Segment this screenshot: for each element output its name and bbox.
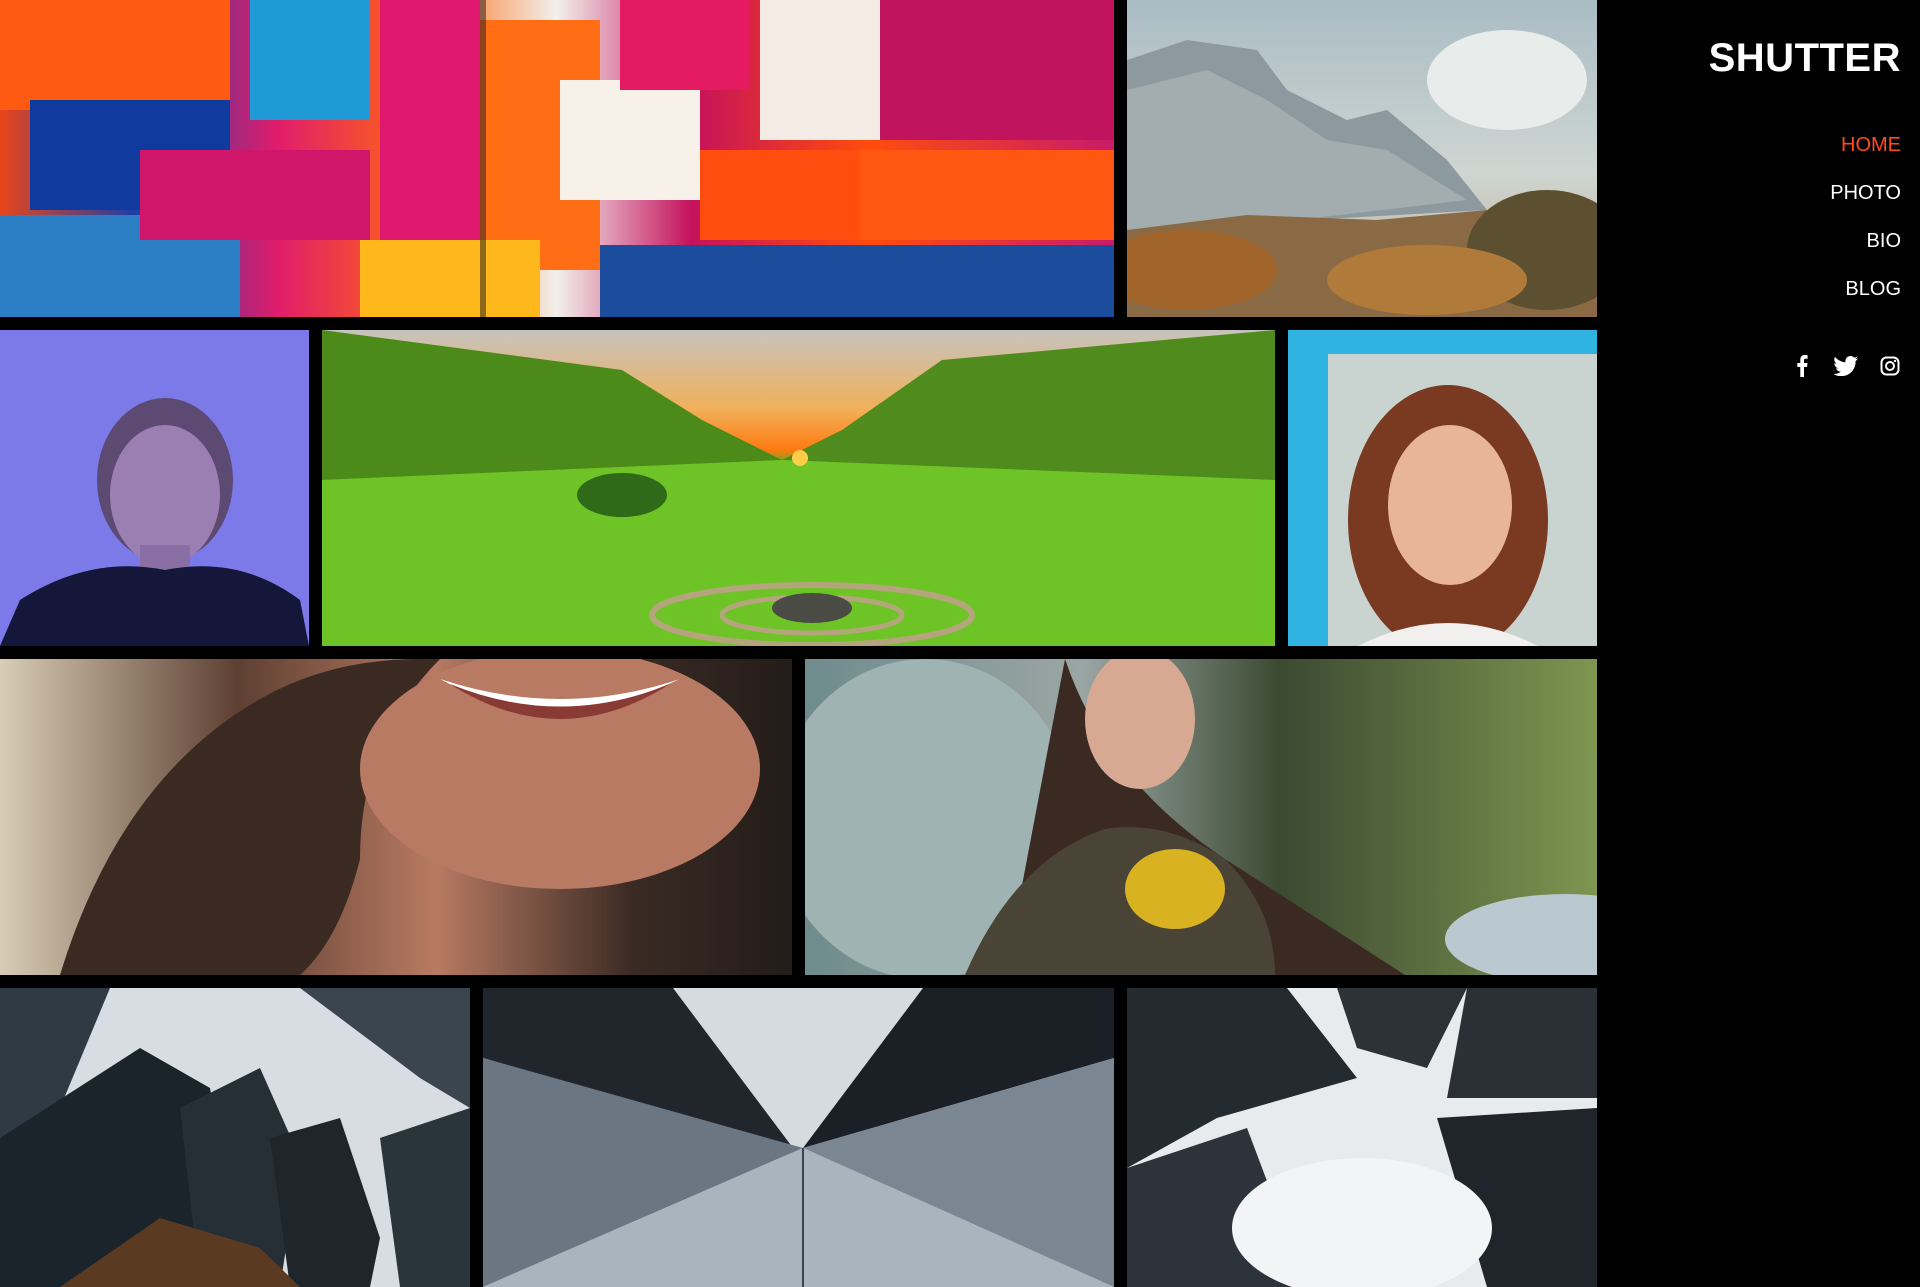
gallery-image-towers-fog[interactable] <box>1127 988 1597 1287</box>
social-links <box>1790 354 1902 378</box>
nav-link-blog[interactable]: BLOG <box>1845 278 1901 300</box>
instagram-icon[interactable] <box>1878 354 1902 378</box>
main-nav: HOME PHOTO BIO BLOG <box>1830 132 1901 324</box>
gallery-image-mountain-painting[interactable] <box>1127 0 1597 317</box>
nav-link-bio[interactable]: BIO <box>1867 230 1901 252</box>
gallery-image-woman-portrait-purple[interactable] <box>0 330 309 646</box>
nav-item-home: HOME <box>1830 132 1901 180</box>
sidebar: SHUTTER HOME PHOTO BIO BLOG <box>1597 0 1920 1287</box>
nav-item-bio: BIO <box>1830 228 1901 276</box>
gallery-image-glass-building[interactable] <box>483 988 1114 1287</box>
twitter-icon[interactable] <box>1834 354 1858 378</box>
gallery-image-green-valley-sunset[interactable] <box>322 330 1275 646</box>
nav-item-photo: PHOTO <box>1830 180 1901 228</box>
page: SHUTTER HOME PHOTO BIO BLOG <box>0 0 1920 1287</box>
nav-link-home[interactable]: HOME <box>1841 134 1901 156</box>
nav-link-photo[interactable]: PHOTO <box>1830 182 1901 204</box>
facebook-icon[interactable] <box>1790 354 1814 378</box>
gallery-image-redhead-portrait[interactable] <box>1288 330 1597 646</box>
site-logo[interactable]: SHUTTER <box>1709 36 1901 81</box>
photo-gallery <box>0 0 1597 1287</box>
gallery-image-woman-yellow-leaves[interactable] <box>805 659 1597 975</box>
gallery-image-abstract-painting[interactable] <box>0 0 1114 317</box>
gallery-image-smiling-woman[interactable] <box>0 659 792 975</box>
nav-item-blog: BLOG <box>1830 276 1901 324</box>
gallery-image-skyscrapers-up[interactable] <box>0 988 470 1287</box>
